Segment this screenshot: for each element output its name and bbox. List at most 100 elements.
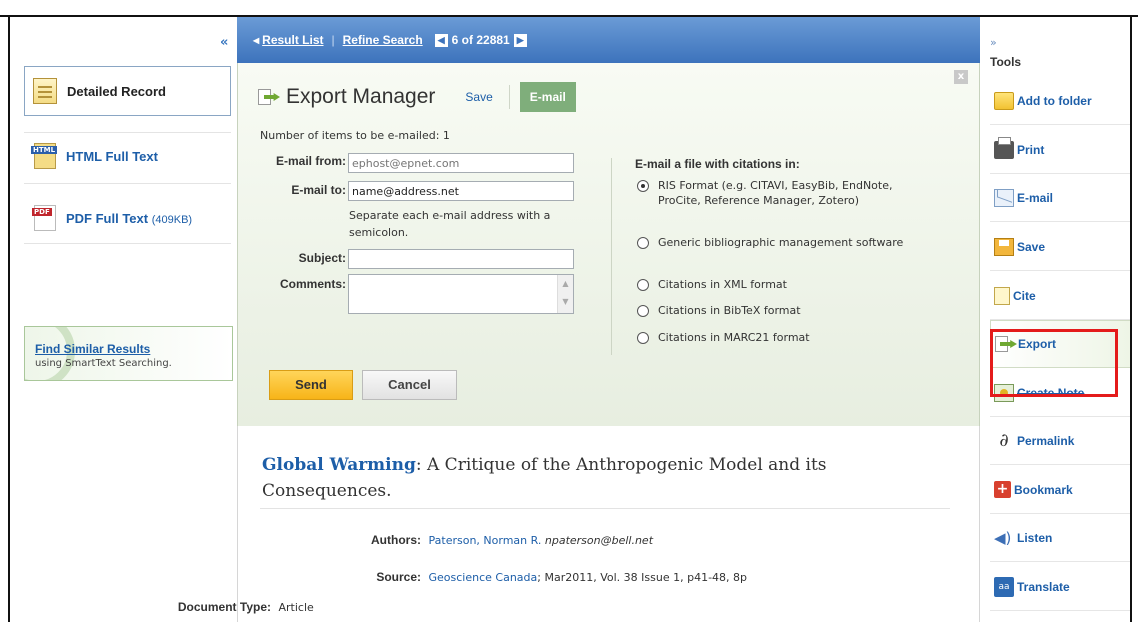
folder-icon <box>994 91 1014 110</box>
radio-button[interactable] <box>637 279 649 291</box>
collapse-tools-icon[interactable]: » <box>990 36 997 49</box>
radio-button[interactable] <box>637 332 649 344</box>
document-type-row: Document Type: Article <box>88 600 808 614</box>
format-option-label: Citations in BibTeX format <box>658 304 801 317</box>
export-manager-panel: x Export Manager Save E-mail Number of i… <box>237 63 980 426</box>
tool-label: Cite <box>1013 288 1036 303</box>
author-email: npaterson@bell.net <box>544 534 654 547</box>
email-to-help-text: Separate each e-mail address with a semi… <box>349 209 551 239</box>
email-from-field[interactable] <box>348 153 574 173</box>
translate-icon: aa <box>994 576 1014 597</box>
authors-label: Authors: <box>371 533 421 547</box>
tool-listen[interactable]: ◀) Listen <box>990 514 1130 562</box>
tab-divider <box>508 85 510 109</box>
tool-bookmark[interactable]: + Bookmark <box>990 466 1130 514</box>
left-item-label: PDF Full Text (409KB) <box>66 211 192 226</box>
export-manager-header: Export Manager Save E-mail <box>258 82 576 112</box>
author-link[interactable]: Paterson, Norman R. <box>429 534 542 547</box>
source-row: Source: Geoscience Canada; Mar2011, Vol.… <box>238 570 958 584</box>
top-frame-border <box>0 0 1138 17</box>
find-similar-link[interactable]: Find Similar Results <box>35 342 222 356</box>
source-label: Source: <box>376 570 421 584</box>
speaker-icon: ◀) <box>994 528 1012 547</box>
floppy-disk-icon <box>994 237 1014 256</box>
tool-email[interactable]: E-mail <box>990 174 1130 222</box>
tool-label: Permalink <box>1017 433 1075 448</box>
document-icon <box>33 78 57 104</box>
radio-button[interactable] <box>637 237 649 249</box>
comments-label: Comments: <box>279 277 346 291</box>
radio-button-selected[interactable] <box>637 180 649 192</box>
previous-result-icon[interactable]: ◀ <box>434 33 448 47</box>
email-to-label: E-mail to: <box>291 183 346 197</box>
tool-cite[interactable]: Cite <box>990 272 1130 320</box>
authors-row: Authors: Paterson, Norman R. npaterson@b… <box>238 533 958 547</box>
source-link[interactable]: Geoscience Canada <box>429 571 538 584</box>
pdf-size: (409KB) <box>151 213 193 226</box>
scroll-down-icon[interactable]: ▼ <box>558 293 573 311</box>
left-item-label: HTML Full Text <box>66 148 158 164</box>
email-from-label: E-mail from: <box>275 154 346 168</box>
result-navigation-bar: ◀ Result List | Refine Search ◀ 6 of 228… <box>237 17 980 63</box>
tool-permalink[interactable]: ∂ Permalink <box>990 417 1130 465</box>
email-to-field[interactable] <box>348 181 574 201</box>
tool-label: Bookmark <box>1014 482 1073 497</box>
send-button[interactable]: Send <box>269 370 353 400</box>
envelope-icon <box>994 188 1014 207</box>
left-item-html-full-text[interactable]: HTML HTML Full Text <box>24 131 231 181</box>
left-item-detailed-record[interactable]: Detailed Record <box>24 66 231 116</box>
format-option-ris[interactable]: RIS Format (e.g. CITAVI, EasyBib, EndNot… <box>637 178 937 208</box>
scrollbar[interactable]: ▲ ▼ <box>557 275 573 313</box>
refine-search-link[interactable]: Refine Search <box>343 33 423 47</box>
cancel-button[interactable]: Cancel <box>362 370 457 400</box>
left-item-label: Detailed Record <box>67 83 166 99</box>
subject-field[interactable] <box>348 249 574 269</box>
result-list-link[interactable]: Result List <box>262 33 323 47</box>
tool-translate[interactable]: aa Translate <box>990 563 1130 611</box>
format-option-xml[interactable]: Citations in XML format <box>637 277 937 292</box>
export-highlight-box <box>990 329 1118 397</box>
format-option-label: Citations in XML format <box>658 278 787 291</box>
format-option-label: RIS Format (e.g. CITAVI, EasyBib, EndNot… <box>658 179 893 207</box>
tools-title: Tools <box>990 55 1022 69</box>
tool-label: E-mail <box>1017 190 1054 205</box>
left-panel: « Detailed Record HTML HTML Full Text PD… <box>10 19 237 622</box>
bookmark-plus-icon: + <box>994 481 1011 498</box>
link-icon: ∂ <box>999 429 1009 451</box>
column-divider <box>611 158 612 355</box>
export-icon <box>258 89 280 105</box>
article-title: Global Warming: A Critique of the Anthro… <box>262 452 922 504</box>
format-option-generic[interactable]: Generic bibliographic management softwar… <box>637 235 937 250</box>
tool-label: Print <box>1017 142 1045 157</box>
pdf-file-icon: PDF <box>32 205 56 231</box>
tool-add-to-folder[interactable]: Add to folder <box>990 77 1130 125</box>
format-option-bibtex[interactable]: Citations in BibTeX format <box>637 303 937 318</box>
tool-save[interactable]: Save <box>990 223 1130 271</box>
html-file-icon: HTML <box>31 143 58 169</box>
format-option-marc21[interactable]: Citations in MARC21 format <box>637 330 937 345</box>
citation-format-title: E-mail a file with citations in: <box>635 157 800 171</box>
tools-panel: » Tools Add to folder Print E-mail Save … <box>980 17 1130 622</box>
format-option-label: Generic bibliographic management softwar… <box>658 236 904 249</box>
scroll-up-icon[interactable]: ▲ <box>558 275 573 293</box>
tool-label: Listen <box>1017 530 1053 545</box>
collapse-left-panel-icon[interactable]: « <box>220 35 228 50</box>
export-manager-title: Export Manager <box>286 85 436 108</box>
tool-label: Add to folder <box>1017 93 1092 108</box>
right-frame-border <box>1130 17 1132 622</box>
result-position: 6 of 22881 <box>451 33 510 47</box>
comments-field[interactable]: ▲ ▼ <box>348 274 574 314</box>
left-item-pdf-full-text[interactable]: PDF PDF Full Text (409KB) <box>24 193 231 243</box>
back-triangle-icon: ◀ <box>253 35 260 45</box>
article-title-link[interactable]: Global Warming <box>262 455 416 475</box>
subject-label: Subject: <box>298 251 346 265</box>
next-result-icon[interactable]: ▶ <box>513 33 527 47</box>
close-icon[interactable]: x <box>954 70 968 84</box>
email-tab[interactable]: E-mail <box>519 82 576 112</box>
source-details: ; Mar2011, Vol. 38 Issue 1, p41-48, 8p <box>537 571 748 584</box>
radio-button[interactable] <box>637 305 649 317</box>
citation-icon <box>994 286 1010 305</box>
tool-print[interactable]: Print <box>990 126 1130 174</box>
save-tab[interactable]: Save <box>465 90 492 104</box>
divider <box>260 508 950 509</box>
